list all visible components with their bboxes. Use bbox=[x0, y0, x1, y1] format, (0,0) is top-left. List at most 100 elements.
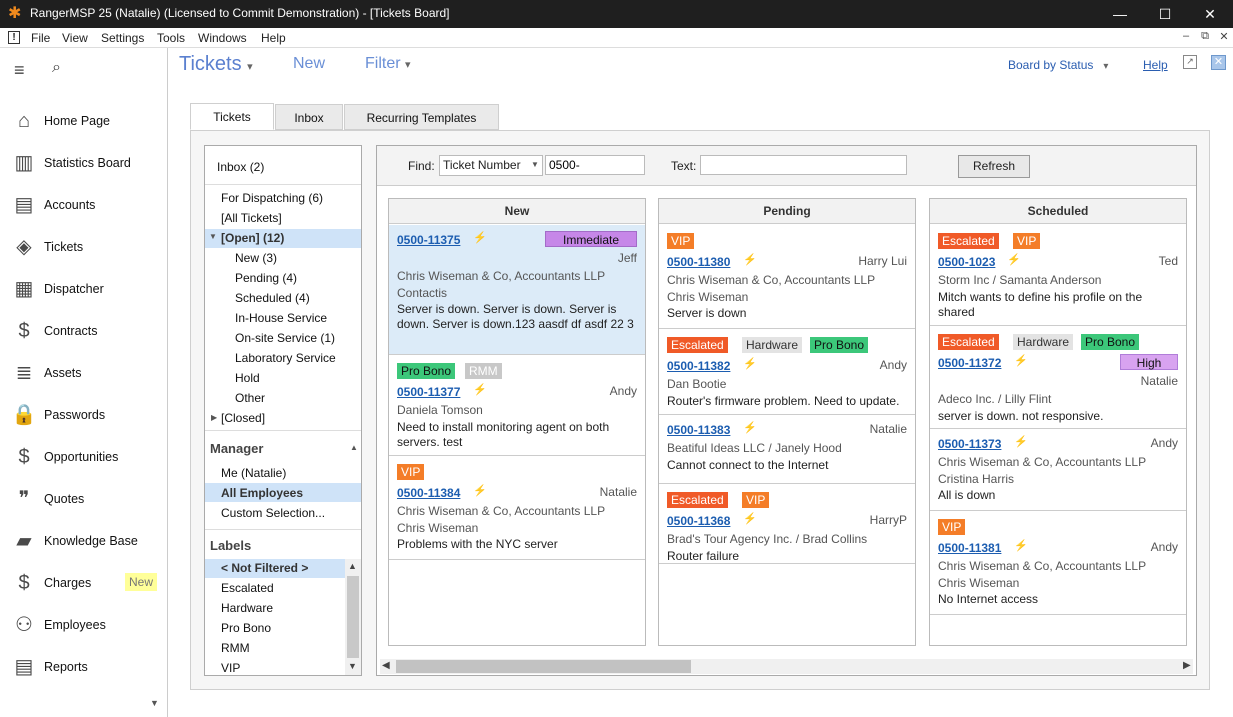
label-vip[interactable]: VIP bbox=[221, 661, 240, 675]
filter-for-dispatching[interactable]: For Dispatching (6) bbox=[221, 191, 323, 205]
maximize-button[interactable]: ☐ bbox=[1155, 4, 1175, 24]
mdi-minimize-button[interactable]: – bbox=[1178, 30, 1194, 42]
tab-tickets[interactable]: Tickets bbox=[190, 103, 274, 130]
filter-pending[interactable]: Pending (4) bbox=[235, 271, 297, 285]
filter-open-row[interactable]: ▼ [Open] (12) bbox=[205, 229, 361, 248]
help-link[interactable]: Help bbox=[1143, 58, 1168, 72]
ticket-id-link[interactable]: 0500-1023 bbox=[938, 255, 995, 269]
filter-in-house-service[interactable]: In-House Service bbox=[235, 311, 327, 325]
tab-inbox[interactable]: Inbox bbox=[275, 104, 343, 130]
ticket-card[interactable]: Pro Bono RMM 0500-11377 ⚡ Andy Daniela Tomson… bbox=[389, 355, 645, 456]
label-escalated[interactable]: Escalated bbox=[221, 581, 274, 595]
tab-recurring-templates[interactable]: Recurring Templates bbox=[344, 104, 499, 130]
ticket-card[interactable]: 0500-11383 ⚡ Natalie Beatiful Ideas LLC / J… bbox=[659, 415, 915, 484]
search-icon[interactable]: ⌕ bbox=[52, 59, 61, 77]
labels-scroll-thumb[interactable] bbox=[347, 576, 359, 658]
minimize-button[interactable]: — bbox=[1110, 4, 1130, 24]
label-hardware[interactable]: Hardware bbox=[221, 601, 273, 615]
menu-windows[interactable]: Windows bbox=[198, 31, 247, 45]
board-by-dropdown[interactable]: Board by Status ▾ bbox=[1008, 58, 1108, 72]
ticket-id-link[interactable]: 0500-11382 bbox=[667, 359, 730, 373]
filter-hold[interactable]: Hold bbox=[235, 371, 260, 385]
ticket-card[interactable]: VIP 0500-11380 ⚡ Harry Lui Chris Wiseman & C… bbox=[659, 225, 915, 329]
scroll-left-icon[interactable]: ◀ bbox=[382, 660, 390, 671]
filter-laboratory-service[interactable]: Laboratory Service bbox=[235, 351, 336, 365]
refresh-button[interactable]: Refresh bbox=[958, 155, 1030, 178]
ticket-card[interactable]: 0500-11373 ⚡ Andy Chris Wiseman & Co, Accou… bbox=[930, 429, 1186, 511]
board-scroll-thumb[interactable] bbox=[396, 660, 691, 673]
mdi-close-button[interactable]: ✕ bbox=[1216, 30, 1232, 43]
filter-on-site-service[interactable]: On-site Service (1) bbox=[235, 331, 335, 345]
find-field-select[interactable]: Ticket Number ▼ bbox=[439, 155, 543, 176]
label-not-filtered-row[interactable]: < Not Filtered > bbox=[205, 559, 345, 578]
ticket-id-link[interactable]: 0500-11383 bbox=[667, 423, 730, 437]
text-search-input[interactable] bbox=[700, 155, 907, 175]
menu-file[interactable]: File bbox=[31, 31, 50, 45]
ticket-id-link[interactable]: 0500-11375 bbox=[397, 233, 460, 247]
sidebar-item-knowledge-base[interactable]: ▰ Knowledge Base bbox=[10, 524, 160, 558]
ticket-id-link[interactable]: 0500-11373 bbox=[938, 437, 1001, 451]
sidebar-item-home-page[interactable]: ⌂ Home Page bbox=[10, 104, 160, 138]
column-header: Scheduled bbox=[930, 199, 1186, 224]
filter-dropdown[interactable]: Filter ▾ bbox=[365, 55, 411, 73]
menu-tools[interactable]: Tools bbox=[157, 31, 185, 45]
label-pro-bono[interactable]: Pro Bono bbox=[221, 621, 271, 635]
filter-new[interactable]: New (3) bbox=[235, 251, 277, 265]
sidebar-item-assets[interactable]: ≣ Assets bbox=[10, 356, 160, 390]
ticket-id-link[interactable]: 0500-11377 bbox=[397, 385, 460, 399]
filter-other[interactable]: Other bbox=[235, 391, 265, 405]
sidebar-item-dispatcher[interactable]: ▦ Dispatcher bbox=[10, 272, 160, 306]
ticket-card[interactable]: Escalated VIP 0500-11368 ⚡ HarryP Brad's Tour… bbox=[659, 484, 915, 564]
sidebar-item-tickets[interactable]: ◈ Tickets bbox=[10, 230, 160, 264]
manager-custom-selection[interactable]: Custom Selection... bbox=[221, 506, 325, 520]
expand-closed-icon[interactable]: ▶ bbox=[211, 413, 217, 422]
ticket-card[interactable]: Escalated Hardware Pro Bono 0500-11382 ⚡ Andy… bbox=[659, 329, 915, 415]
ticket-id-link[interactable]: 0500-11380 bbox=[667, 255, 730, 269]
filter-scheduled[interactable]: Scheduled (4) bbox=[235, 291, 310, 305]
label-rmm[interactable]: RMM bbox=[221, 641, 250, 655]
sidebar-item-quotes[interactable]: ❞ Quotes bbox=[10, 482, 160, 516]
alert-icon[interactable]: ! bbox=[8, 31, 20, 44]
filter-closed[interactable]: [Closed] bbox=[221, 411, 265, 425]
ticket-card[interactable]: VIP 0500-11384 ⚡ Natalie Chris Wiseman & Co,… bbox=[389, 456, 645, 560]
ticket-id-link[interactable]: 0500-11381 bbox=[938, 541, 1001, 555]
close-panel-icon[interactable]: ✕ bbox=[1211, 55, 1226, 70]
menu-view[interactable]: View bbox=[62, 31, 88, 45]
tickets-dropdown[interactable]: Tickets ▾ bbox=[179, 53, 253, 76]
new-button[interactable]: New bbox=[293, 55, 325, 73]
manager-me[interactable]: Me (Natalie) bbox=[221, 466, 286, 480]
window-title: RangerMSP 25 (Natalie) (Licensed to Comm… bbox=[30, 6, 450, 20]
mdi-restore-button[interactable]: ⧉ bbox=[1197, 30, 1213, 43]
sidebar-item-statistics-board[interactable]: ▥ Statistics Board bbox=[10, 146, 160, 180]
filter-all-tickets[interactable]: [All Tickets] bbox=[221, 211, 282, 225]
sidebar-item-accounts[interactable]: ▤ Accounts bbox=[10, 188, 160, 222]
hamburger-menu-icon[interactable]: ≡ bbox=[14, 60, 25, 81]
sidebar-item-contracts[interactable]: $ Contracts bbox=[10, 314, 160, 348]
expand-open-icon[interactable]: ▼ bbox=[209, 232, 217, 241]
popout-icon[interactable]: ↗ bbox=[1183, 55, 1197, 69]
find-value-input[interactable] bbox=[545, 155, 645, 175]
label-not-filtered: < Not Filtered > bbox=[221, 561, 309, 575]
close-button[interactable]: ✕ bbox=[1200, 4, 1220, 24]
labels-heading: Labels bbox=[210, 538, 252, 553]
ticket-card[interactable]: 0500-11375 ⚡ Immediate Jeff Chris Wiseman & … bbox=[389, 225, 645, 355]
sidebar-item-passwords[interactable]: 🔒 Passwords bbox=[10, 398, 160, 432]
menu-settings[interactable]: Settings bbox=[101, 31, 144, 45]
labels-scroll-down-icon[interactable]: ▼ bbox=[348, 661, 357, 671]
ticket-id-link[interactable]: 0500-11368 bbox=[667, 514, 730, 528]
menu-help[interactable]: Help bbox=[261, 31, 286, 45]
manager-all-employees-row[interactable]: All Employees bbox=[205, 483, 361, 502]
sidebar-item-reports[interactable]: ▤ Reports bbox=[10, 650, 160, 684]
ticket-id-link[interactable]: 0500-11384 bbox=[397, 486, 460, 500]
ticket-card[interactable]: Escalated Hardware Pro Bono 0500-11372 ⚡ High… bbox=[930, 326, 1186, 429]
sidebar-scroll-down-icon[interactable]: ▼ bbox=[150, 698, 159, 708]
inbox-filter[interactable]: Inbox (2) bbox=[217, 160, 264, 174]
scroll-right-icon[interactable]: ▶ bbox=[1183, 660, 1191, 671]
ticket-card[interactable]: Escalated VIP 0500-1023 ⚡ Ted Storm Inc / Sam… bbox=[930, 225, 1186, 326]
ticket-id-link[interactable]: 0500-11372 bbox=[938, 356, 1001, 370]
sidebar-item-opportunities[interactable]: $ Opportunities bbox=[10, 440, 160, 474]
sidebar-item-employees[interactable]: ⚇ Employees bbox=[10, 608, 160, 642]
labels-scroll-up-icon[interactable]: ▲ bbox=[348, 561, 357, 571]
collapse-manager-icon[interactable]: ▲ bbox=[350, 443, 358, 452]
ticket-card[interactable]: VIP 0500-11381 ⚡ Andy Chris Wiseman & Co, Ac… bbox=[930, 511, 1186, 615]
